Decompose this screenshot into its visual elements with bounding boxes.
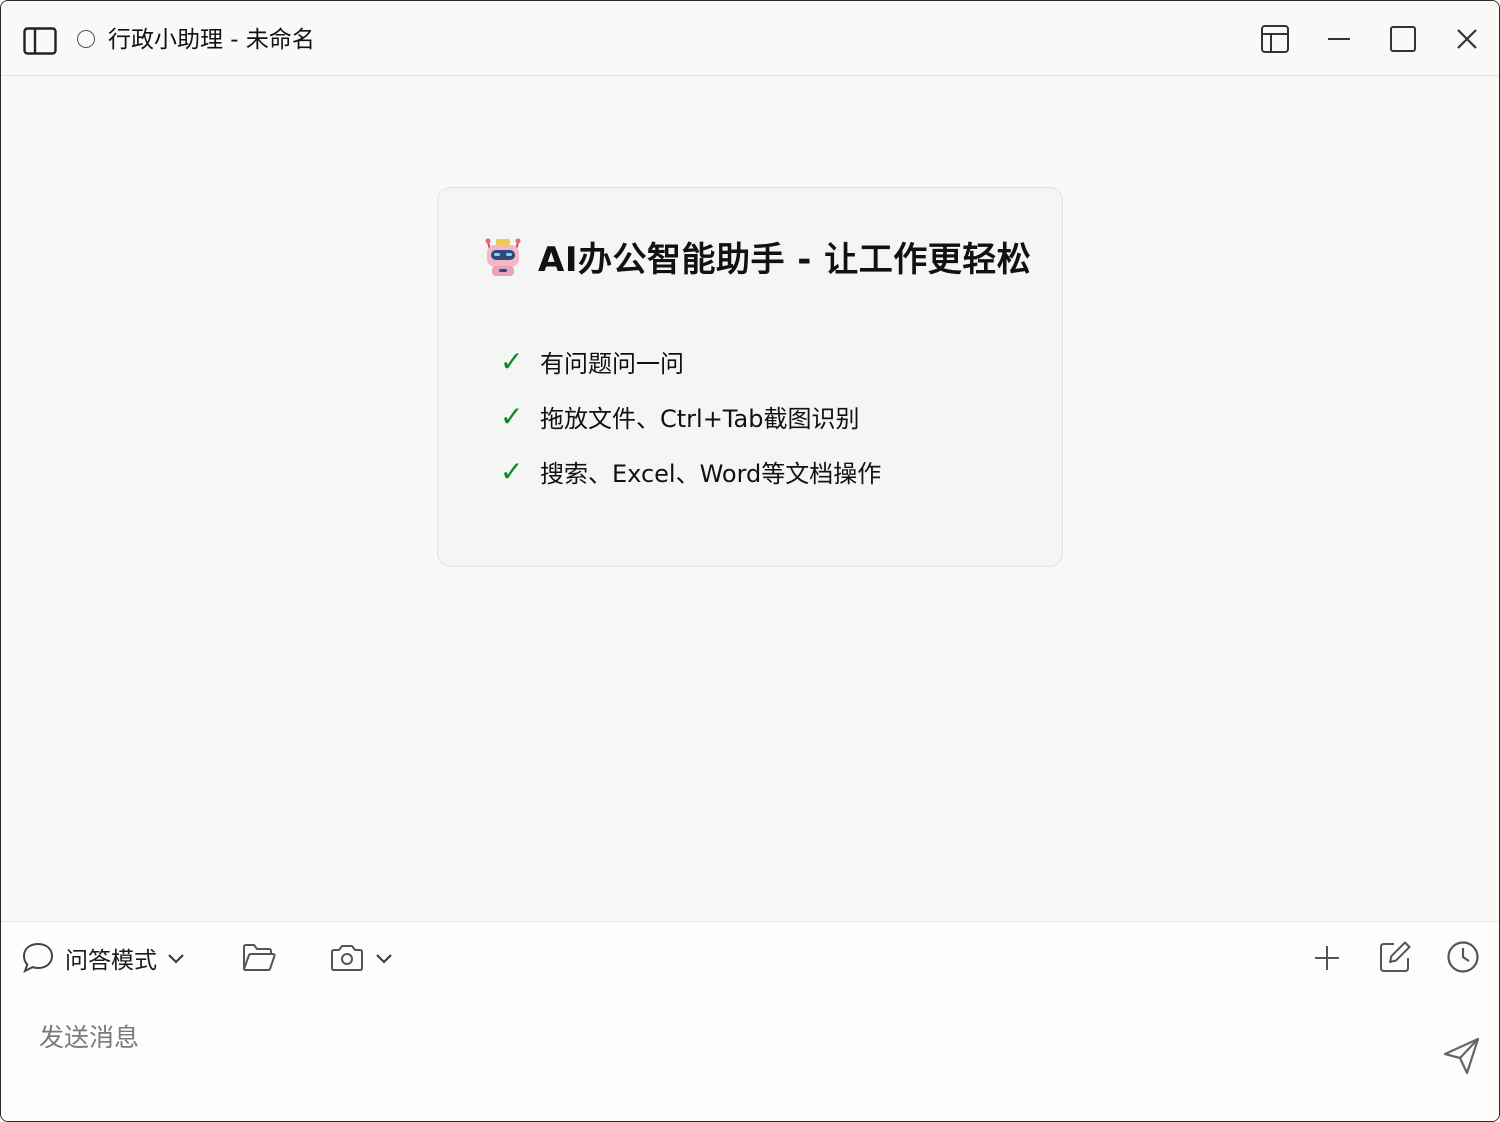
app-window: 行政小助理 - 未命名 AI办公智能助手 - 让工作更轻松 ✓ 有问题问一问 ✓… (0, 0, 1500, 1122)
feature-text: 拖放文件、Ctrl+Tab截图识别 (540, 405, 860, 433)
layout-icon[interactable] (1257, 21, 1293, 57)
welcome-card: AI办公智能助手 - 让工作更轻松 ✓ 有问题问一问 ✓ 拖放文件、Ctrl+T… (437, 187, 1063, 567)
check-icon: ✓ (500, 455, 524, 488)
title-bar: 行政小助理 - 未命名 (1, 1, 1499, 76)
window-title: 行政小助理 - 未命名 (108, 27, 315, 53)
check-icon: ✓ (500, 345, 524, 378)
chevron-down-icon (167, 949, 185, 967)
list-item: ✓ 搜索、Excel、Word等文档操作 (500, 444, 881, 499)
maximize-icon[interactable] (1385, 21, 1421, 57)
sidebar-toggle-icon[interactable] (23, 27, 57, 55)
feature-list: ✓ 有问题问一问 ✓ 拖放文件、Ctrl+Tab截图识别 ✓ 搜索、Excel、… (500, 334, 881, 499)
close-icon[interactable] (1449, 21, 1485, 57)
folder-open-icon[interactable] (241, 940, 277, 976)
welcome-title: AI办公智能助手 - 让工作更轻松 (538, 240, 1032, 280)
chevron-down-icon (375, 949, 393, 967)
camera-icon (329, 943, 365, 973)
feature-text: 有问题问一问 (540, 350, 684, 378)
send-icon[interactable] (1439, 1034, 1483, 1078)
edit-icon[interactable] (1377, 938, 1413, 976)
camera-button[interactable] (325, 940, 397, 976)
feature-text: 搜索、Excel、Word等文档操作 (540, 460, 882, 488)
check-icon: ✓ (500, 400, 524, 433)
robot-icon (482, 236, 524, 278)
plus-icon[interactable] (1309, 940, 1345, 976)
mode-label: 问答模式 (65, 948, 157, 974)
welcome-header: AI办公智能助手 - 让工作更轻松 (482, 232, 1031, 281)
status-circle-icon (77, 30, 95, 48)
history-clock-icon[interactable] (1445, 938, 1481, 976)
minimize-icon[interactable] (1321, 21, 1357, 57)
composer: 问答模式 (1, 921, 1499, 1121)
mode-selector-button[interactable]: 问答模式 (21, 940, 185, 976)
chat-bubble-icon (21, 941, 55, 975)
list-item: ✓ 拖放文件、Ctrl+Tab截图识别 (500, 389, 881, 444)
message-input[interactable] (39, 1017, 1419, 1057)
list-item: ✓ 有问题问一问 (500, 334, 881, 389)
